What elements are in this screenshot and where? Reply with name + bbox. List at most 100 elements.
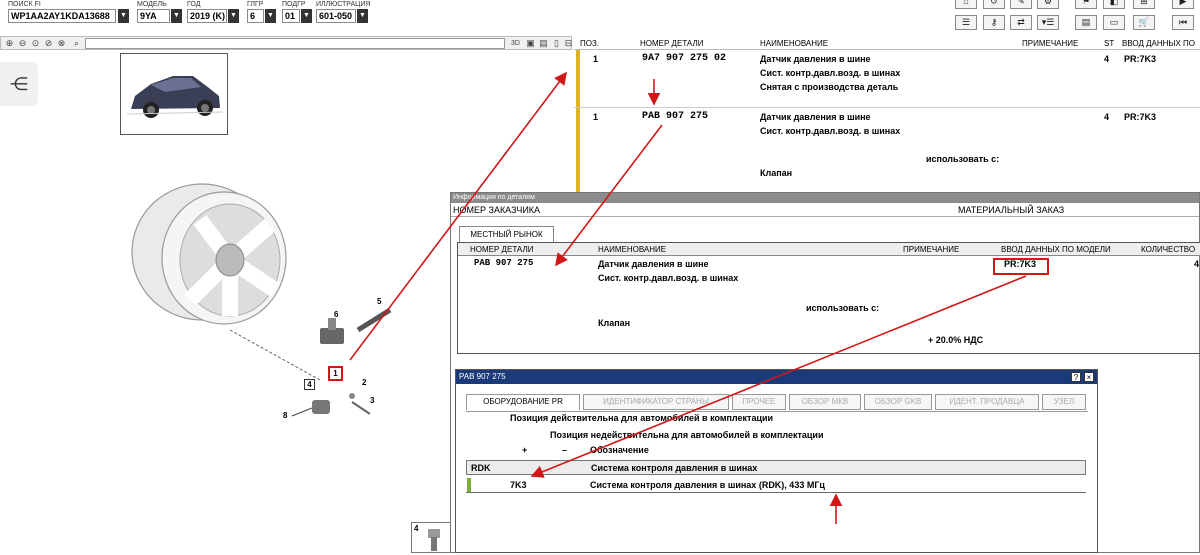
zoom-area-icon[interactable]: ⊘: [43, 38, 54, 49]
layout-icon[interactable]: ▤: [538, 38, 549, 49]
family-code: RDK: [471, 463, 491, 473]
info-use-with: использовать с:: [806, 303, 880, 313]
row-use-with: использовать с:: [926, 154, 1000, 164]
search-fi-field[interactable]: ПОИСК FI WP1AA2AY1KDA13688 ▼: [8, 0, 129, 23]
model-label: МОДЕЛЬ: [137, 1, 167, 8]
service-icon[interactable]: ⚑: [1075, 0, 1097, 9]
callout-6[interactable]: 6: [334, 310, 338, 319]
help-icon[interactable]: ?: [1071, 372, 1081, 382]
zoom-out-icon[interactable]: ⊖: [17, 38, 28, 49]
row-name-line: Сист. контр.давл.возд. в шинах: [760, 68, 901, 78]
chevron-down-icon[interactable]: ▼: [171, 9, 182, 23]
print-icon[interactable]: ▤: [1075, 15, 1097, 30]
cart-icon[interactable]: ⊞: [1133, 0, 1155, 9]
row-highlight: [576, 108, 580, 192]
part-info-title: Информация по деталям: [451, 193, 1199, 203]
history-icon[interactable]: ↺: [983, 0, 1005, 9]
bolt-thumbnail[interactable]: 4: [411, 522, 451, 553]
key-icon[interactable]: ⚷: [983, 15, 1005, 30]
tab-dealer-id[interactable]: ИДЕНТ. ПРОДАВЦА: [935, 394, 1039, 410]
add-to-cart-icon[interactable]: 🛒: [1133, 15, 1155, 30]
tab-gkb-overview[interactable]: ОБЗОР GKB: [864, 394, 932, 410]
chevron-down-icon[interactable]: ▼: [118, 9, 129, 23]
illustration-search-input[interactable]: [85, 38, 505, 49]
table-row[interactable]: 1 9A7 907 275 02 Датчик давления в шине …: [574, 50, 1200, 108]
settings-icon[interactable]: ⚙: [1037, 0, 1059, 9]
main-group-select[interactable]: 6: [247, 9, 264, 23]
parts-icon[interactable]: ◧: [1103, 0, 1125, 9]
split-icon[interactable]: ⊟: [563, 38, 574, 49]
expand-icon[interactable]: ▯: [551, 38, 562, 49]
tab-country-id[interactable]: ИДЕНТИФИКАТОР СТРАНЫ: [583, 394, 729, 410]
chevron-down-icon[interactable]: ▼: [301, 9, 312, 23]
year-field[interactable]: ГОД 2019 (K) ▼: [187, 0, 239, 23]
subgroup-field[interactable]: ПОДГР 01 ▼: [282, 0, 312, 23]
illustration-toolbar: ⊕ ⊖ ⊙ ⊘ ⊗ ⌕ 3D ▣ ▤ ▯ ⊟: [0, 36, 572, 50]
nav-icon[interactable]: ▶: [1172, 0, 1194, 9]
callout-3[interactable]: 3: [370, 396, 374, 405]
row-st: 4: [1104, 112, 1110, 122]
customer-number-label: НОМЕР ЗАКАЗЧИКА: [453, 205, 541, 215]
subgroup-select[interactable]: 01: [282, 9, 300, 23]
parts-illustration: 6 5 1 4 2 3 8: [120, 180, 450, 440]
col-name: НАИМЕНОВАНИЕ: [760, 39, 829, 48]
main-group-field[interactable]: ГЛГР 6 ▼: [247, 0, 276, 23]
main-group-label: ГЛГР: [247, 1, 264, 8]
tab-local-market[interactable]: МЕСТНЫЙ РЫНОК: [459, 226, 554, 242]
row-pos: 1: [593, 54, 599, 64]
info-name-line2: Сист. контр.давл.возд. в шинах: [598, 273, 739, 283]
row-name-line: Сист. контр.давл.возд. в шинах: [760, 126, 901, 136]
illustration-select[interactable]: 601-050: [316, 9, 356, 23]
callout-2[interactable]: 2: [362, 378, 366, 387]
tab-assembly[interactable]: УЗЕЛ: [1042, 394, 1086, 410]
material-order-label: МАТЕРИАЛЬНЫЙ ЗАКАЗ: [958, 205, 1065, 215]
row-part-number: 9A7 907 275 02: [642, 53, 727, 64]
wheel-drawing: [131, 183, 392, 417]
designation-column: Обозначение: [590, 445, 649, 455]
view-3d-button[interactable]: 3D: [509, 38, 522, 49]
year-label: ГОД: [187, 1, 201, 8]
search-icon[interactable]: ⌕: [71, 38, 82, 49]
pr-family-row[interactable]: RDK Система контроля давления в шинах: [466, 460, 1086, 475]
share-icon: ⋲: [10, 74, 28, 94]
share-button[interactable]: ⋲: [0, 62, 38, 106]
callout-4[interactable]: 4: [304, 379, 315, 390]
close-icon[interactable]: ×: [1084, 372, 1094, 382]
search-fi-input[interactable]: WP1AA2AY1KDA13688: [8, 9, 116, 23]
illustration-field[interactable]: ИЛЛЮСТРАЦИЯ 601-050 ▼: [316, 0, 370, 23]
model-select[interactable]: 9YA: [137, 9, 170, 23]
zoom-fit-icon[interactable]: ⊙: [30, 38, 41, 49]
fit-window-icon[interactable]: ▣: [525, 38, 536, 49]
parts-list-header: ПОЗ. НОМЕР ДЕТАЛИ НАИМЕНОВАНИЕ ПРИМЕЧАНИ…: [574, 36, 1200, 50]
col-model-data: ВВОД ДАННЫХ ПО МОДЕЛИ: [1001, 245, 1111, 254]
row-name-line: Датчик давления в шине: [760, 54, 871, 64]
option-code[interactable]: 7K3: [510, 480, 527, 490]
subgroup-label: ПОДГР: [282, 1, 306, 8]
document-icon[interactable]: ▭: [1103, 15, 1125, 30]
chevron-down-icon[interactable]: ▼: [228, 9, 239, 23]
model-field[interactable]: МОДЕЛЬ 9YA ▼: [137, 0, 182, 23]
callout-8[interactable]: 8: [283, 411, 287, 420]
chevron-down-icon[interactable]: ▼: [265, 9, 276, 23]
vehicle-thumbnail: [120, 53, 228, 135]
callout-5[interactable]: 5: [377, 297, 381, 306]
filter-dropdown-icon[interactable]: ▾☰: [1037, 15, 1059, 30]
zoom-reset-icon[interactable]: ⊗: [56, 38, 67, 49]
basket-icon[interactable]: ⌂: [955, 0, 977, 9]
info-part-number: PAB 907 275: [474, 258, 534, 268]
zoom-in-icon[interactable]: ⊕: [4, 38, 15, 49]
transfer-icon[interactable]: ⇄: [1010, 15, 1032, 30]
row-name-line: Датчик давления в шине: [760, 112, 871, 122]
tab-pr-equipment[interactable]: ОБОРУДОВАНИЕ PR: [466, 394, 580, 410]
tools-icon[interactable]: ✎: [1010, 0, 1032, 9]
table-row[interactable]: 1 PAB 907 275 Датчик давления в шине Сис…: [574, 108, 1200, 192]
tab-mkv-overview[interactable]: ОБЗОР МКВ: [789, 394, 861, 410]
chevron-down-icon[interactable]: ▼: [357, 9, 368, 23]
year-select[interactable]: 2019 (K): [187, 9, 227, 23]
first-page-icon[interactable]: ⏮: [1172, 15, 1194, 30]
tab-other[interactable]: ПРОЧЕЕ: [732, 394, 786, 410]
search-fi-label: ПОИСК FI: [8, 1, 41, 8]
callout-1[interactable]: 1: [328, 366, 343, 381]
valid-line: Позиция действительна для автомобилей в …: [510, 413, 774, 423]
list-icon[interactable]: ☰: [955, 15, 977, 30]
